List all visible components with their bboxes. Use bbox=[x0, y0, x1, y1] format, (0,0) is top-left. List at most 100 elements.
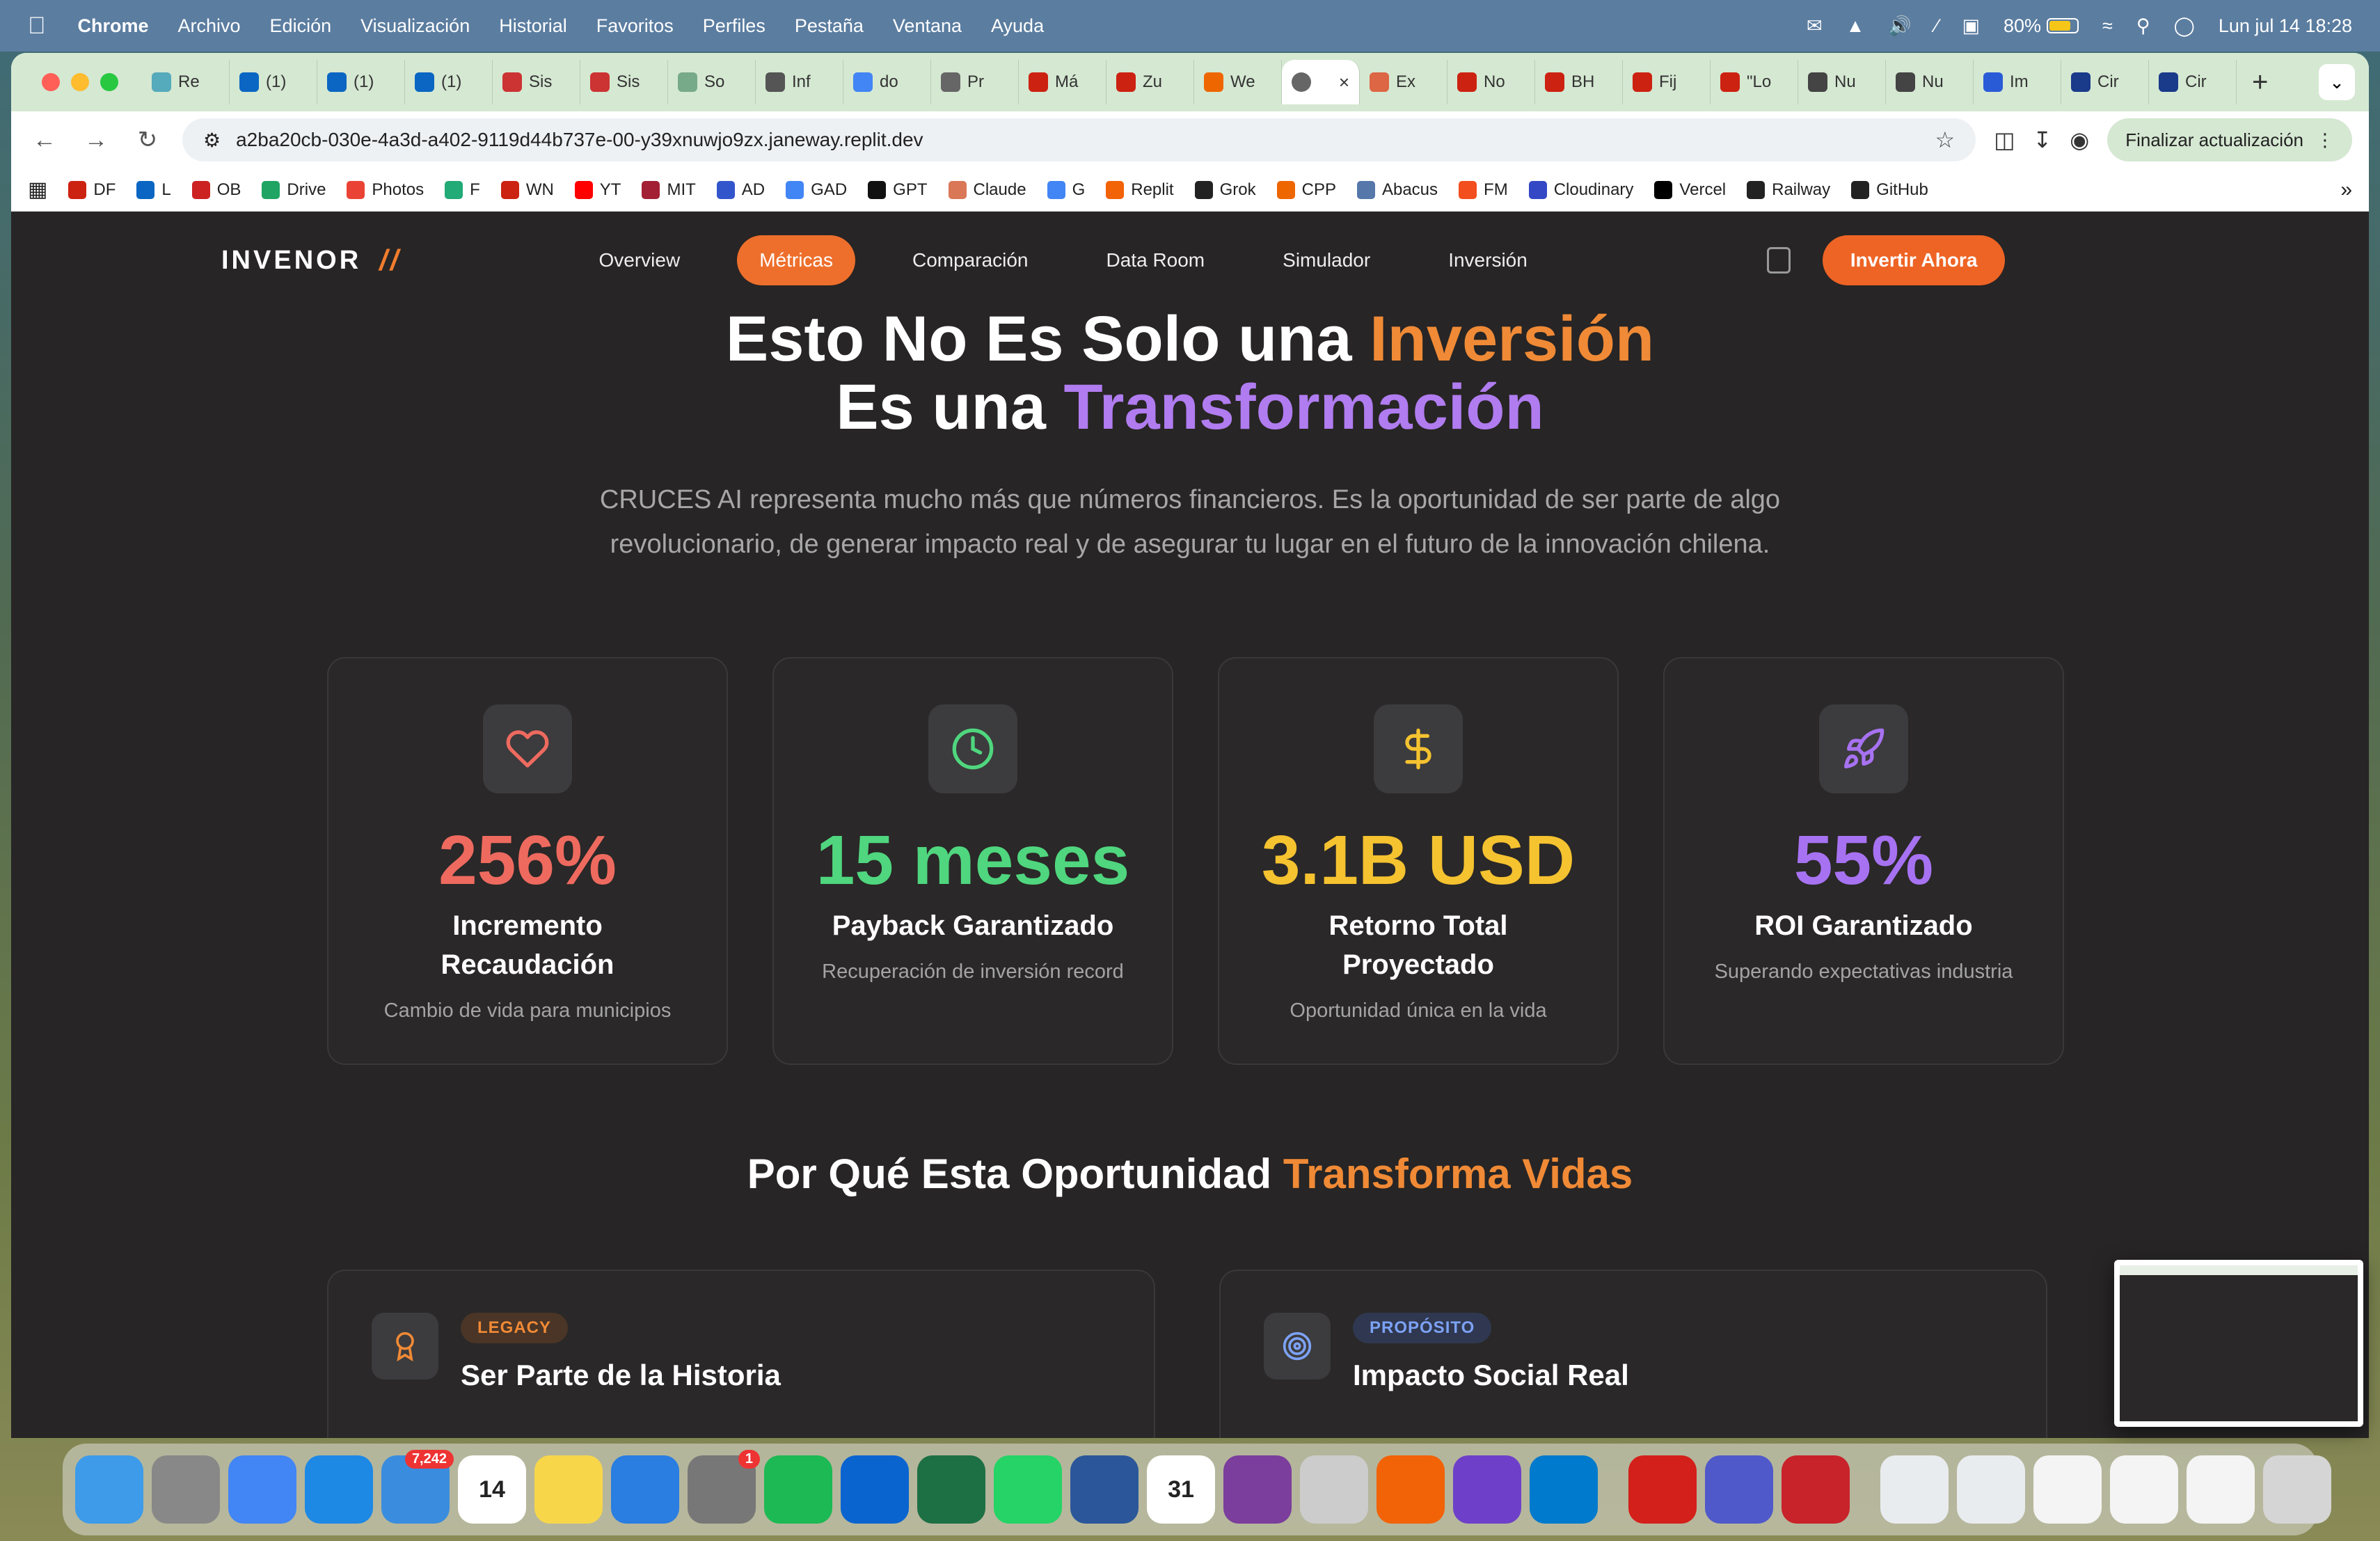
dock-app-mail[interactable]: 7,242 bbox=[381, 1450, 454, 1524]
bookmark-item[interactable]: Replit bbox=[1106, 180, 1174, 200]
menu-ventana[interactable]: Ventana bbox=[893, 15, 962, 37]
forward-button[interactable]: → bbox=[79, 127, 113, 154]
tab-item[interactable]: Má bbox=[1019, 60, 1106, 104]
address-bar[interactable]: ⚙ a2ba20cb-030e-4a3d-a402-9119d44b737e-0… bbox=[182, 118, 1976, 161]
nav-metricas[interactable]: Métricas bbox=[737, 235, 855, 285]
tab-item[interactable]: (1) bbox=[230, 60, 317, 104]
tab-item[interactable]: Sis bbox=[493, 60, 580, 104]
drive-status-icon[interactable]: ▲ bbox=[1846, 15, 1865, 37]
bookmark-item[interactable]: AD bbox=[716, 180, 765, 200]
tab-active[interactable]: × bbox=[1282, 60, 1360, 104]
dock-app-keynote[interactable] bbox=[611, 1455, 679, 1524]
bookmark-item[interactable]: Claude bbox=[948, 180, 1026, 200]
dock-app-launchpad[interactable] bbox=[152, 1455, 220, 1524]
tab-item[interactable]: (1) bbox=[405, 60, 493, 104]
dock-app-doc1[interactable] bbox=[1880, 1455, 1949, 1524]
dock-app-safari[interactable] bbox=[305, 1455, 373, 1524]
dock-app-doc2[interactable] bbox=[1957, 1455, 2025, 1524]
tab-item[interactable]: Sis bbox=[580, 60, 668, 104]
tab-item[interactable]: Re bbox=[142, 60, 230, 104]
bookmark-item[interactable]: FM bbox=[1459, 180, 1508, 200]
bookmark-item[interactable]: GAD bbox=[786, 180, 847, 200]
screen-icon[interactable]: ▣ bbox=[1962, 15, 1980, 37]
minimize-window-button[interactable] bbox=[71, 73, 89, 91]
tab-item[interactable]: (1) bbox=[317, 60, 405, 104]
mic-off-icon[interactable]: ∕ bbox=[1935, 15, 1939, 37]
dock-app-trash[interactable] bbox=[2263, 1455, 2331, 1524]
close-window-button[interactable] bbox=[42, 73, 60, 91]
dock-app-settings[interactable]: 1 bbox=[688, 1450, 760, 1524]
bookmark-item[interactable]: Photos bbox=[347, 180, 424, 200]
bookmark-item[interactable]: GitHub bbox=[1851, 180, 1928, 200]
menu-edicion[interactable]: Edición bbox=[270, 15, 332, 37]
tab-item[interactable]: Im bbox=[1974, 60, 2061, 104]
tab-item[interactable]: Cir bbox=[2061, 60, 2149, 104]
tab-item[interactable]: Cir bbox=[2149, 60, 2237, 104]
dock-app-whatsapp[interactable] bbox=[994, 1455, 1062, 1524]
spotlight-icon[interactable]: ⚲ bbox=[2136, 15, 2150, 37]
menu-ayuda[interactable]: Ayuda bbox=[991, 15, 1044, 37]
dock-app-calendar2[interactable]: 31 bbox=[1147, 1455, 1215, 1524]
bookmark-item[interactable]: Railway bbox=[1747, 180, 1830, 200]
site-settings-icon[interactable]: ⚙ bbox=[203, 129, 221, 152]
tab-item[interactable]: We bbox=[1194, 60, 1282, 104]
update-button[interactable]: Finalizar actualización ⋮ bbox=[2107, 118, 2352, 161]
bookmark-item[interactable]: Cloudinary bbox=[1528, 180, 1633, 200]
bookmark-item[interactable]: OB bbox=[191, 180, 241, 200]
bookmark-item[interactable]: MIT bbox=[642, 180, 696, 200]
bookmarks-overflow-icon[interactable]: » bbox=[2340, 178, 2352, 202]
dock-app-notes2[interactable] bbox=[1300, 1455, 1368, 1524]
bookmark-item[interactable]: Vercel bbox=[1654, 180, 1726, 200]
menu-favoritos[interactable]: Favoritos bbox=[596, 15, 674, 37]
bookmark-item[interactable]: F bbox=[445, 180, 480, 200]
dock-app-word[interactable] bbox=[1070, 1455, 1139, 1524]
invest-now-button[interactable]: Invertir Ahora bbox=[1822, 235, 2006, 285]
tab-item[interactable]: do bbox=[843, 60, 931, 104]
tab-item[interactable]: Zu bbox=[1106, 60, 1194, 104]
apps-grid-icon[interactable]: ▦ bbox=[28, 177, 47, 202]
bookmark-item[interactable]: WN bbox=[500, 180, 554, 200]
bookmark-item[interactable]: DF bbox=[68, 180, 116, 200]
calculator-icon[interactable] bbox=[1766, 247, 1791, 274]
reload-button[interactable]: ↻ bbox=[131, 126, 164, 154]
tab-item[interactable]: Pr bbox=[931, 60, 1019, 104]
tab-item[interactable]: Fij bbox=[1623, 60, 1711, 104]
dock-app-spotify[interactable] bbox=[764, 1455, 832, 1524]
dock-app-notes[interactable] bbox=[534, 1455, 603, 1524]
tab-item[interactable]: No bbox=[1447, 60, 1535, 104]
back-button[interactable]: ← bbox=[28, 127, 61, 154]
tab-item[interactable]: Ex bbox=[1360, 60, 1447, 104]
dock-app-doc4[interactable] bbox=[2110, 1455, 2178, 1524]
dock-app-photo-booth[interactable] bbox=[1782, 1455, 1850, 1524]
apple-icon[interactable]:  bbox=[28, 13, 46, 40]
dock-app-outlook[interactable] bbox=[841, 1455, 909, 1524]
bookmark-star-icon[interactable]: ☆ bbox=[1935, 127, 1955, 153]
menu-archivo[interactable]: Archivo bbox=[178, 15, 241, 37]
extensions-icon[interactable]: ◫ bbox=[1994, 127, 2015, 153]
battery-status[interactable]: 80% bbox=[2004, 15, 2079, 37]
dock-app-doc3[interactable] bbox=[2033, 1455, 2102, 1524]
nav-overview[interactable]: Overview bbox=[578, 235, 701, 285]
dock-app-chrome[interactable] bbox=[228, 1455, 296, 1524]
zoom-window-button[interactable] bbox=[100, 73, 118, 91]
bookmark-item[interactable]: Abacus bbox=[1356, 180, 1438, 200]
menu-historial[interactable]: Historial bbox=[499, 15, 567, 37]
wifi-icon[interactable]: ≈ bbox=[2102, 15, 2113, 37]
dock-app-vscode[interactable] bbox=[1530, 1455, 1598, 1524]
menubar-clock[interactable]: Lun jul 14 18:28 bbox=[2219, 15, 2352, 37]
bookmark-item[interactable]: CPP bbox=[1276, 180, 1336, 200]
bookmark-item[interactable]: G bbox=[1047, 180, 1085, 200]
nav-inversion[interactable]: Inversión bbox=[1427, 235, 1548, 285]
dock-app-teams[interactable] bbox=[1705, 1455, 1773, 1524]
dock-app-excel[interactable] bbox=[917, 1455, 985, 1524]
nav-comparacion[interactable]: Comparación bbox=[891, 235, 1049, 285]
new-tab-button[interactable]: + bbox=[2252, 67, 2268, 98]
tab-item[interactable]: BH bbox=[1535, 60, 1623, 104]
tab-item[interactable]: Nu bbox=[1886, 60, 1974, 104]
dock-app-finder[interactable] bbox=[75, 1455, 143, 1524]
tab-item[interactable]: So bbox=[668, 60, 756, 104]
tab-item[interactable]: Nu bbox=[1798, 60, 1886, 104]
download-icon[interactable]: ↧ bbox=[2033, 127, 2052, 153]
profile-avatar[interactable]: ◉ bbox=[2070, 127, 2089, 153]
nav-simulador[interactable]: Simulador bbox=[1262, 235, 1391, 285]
